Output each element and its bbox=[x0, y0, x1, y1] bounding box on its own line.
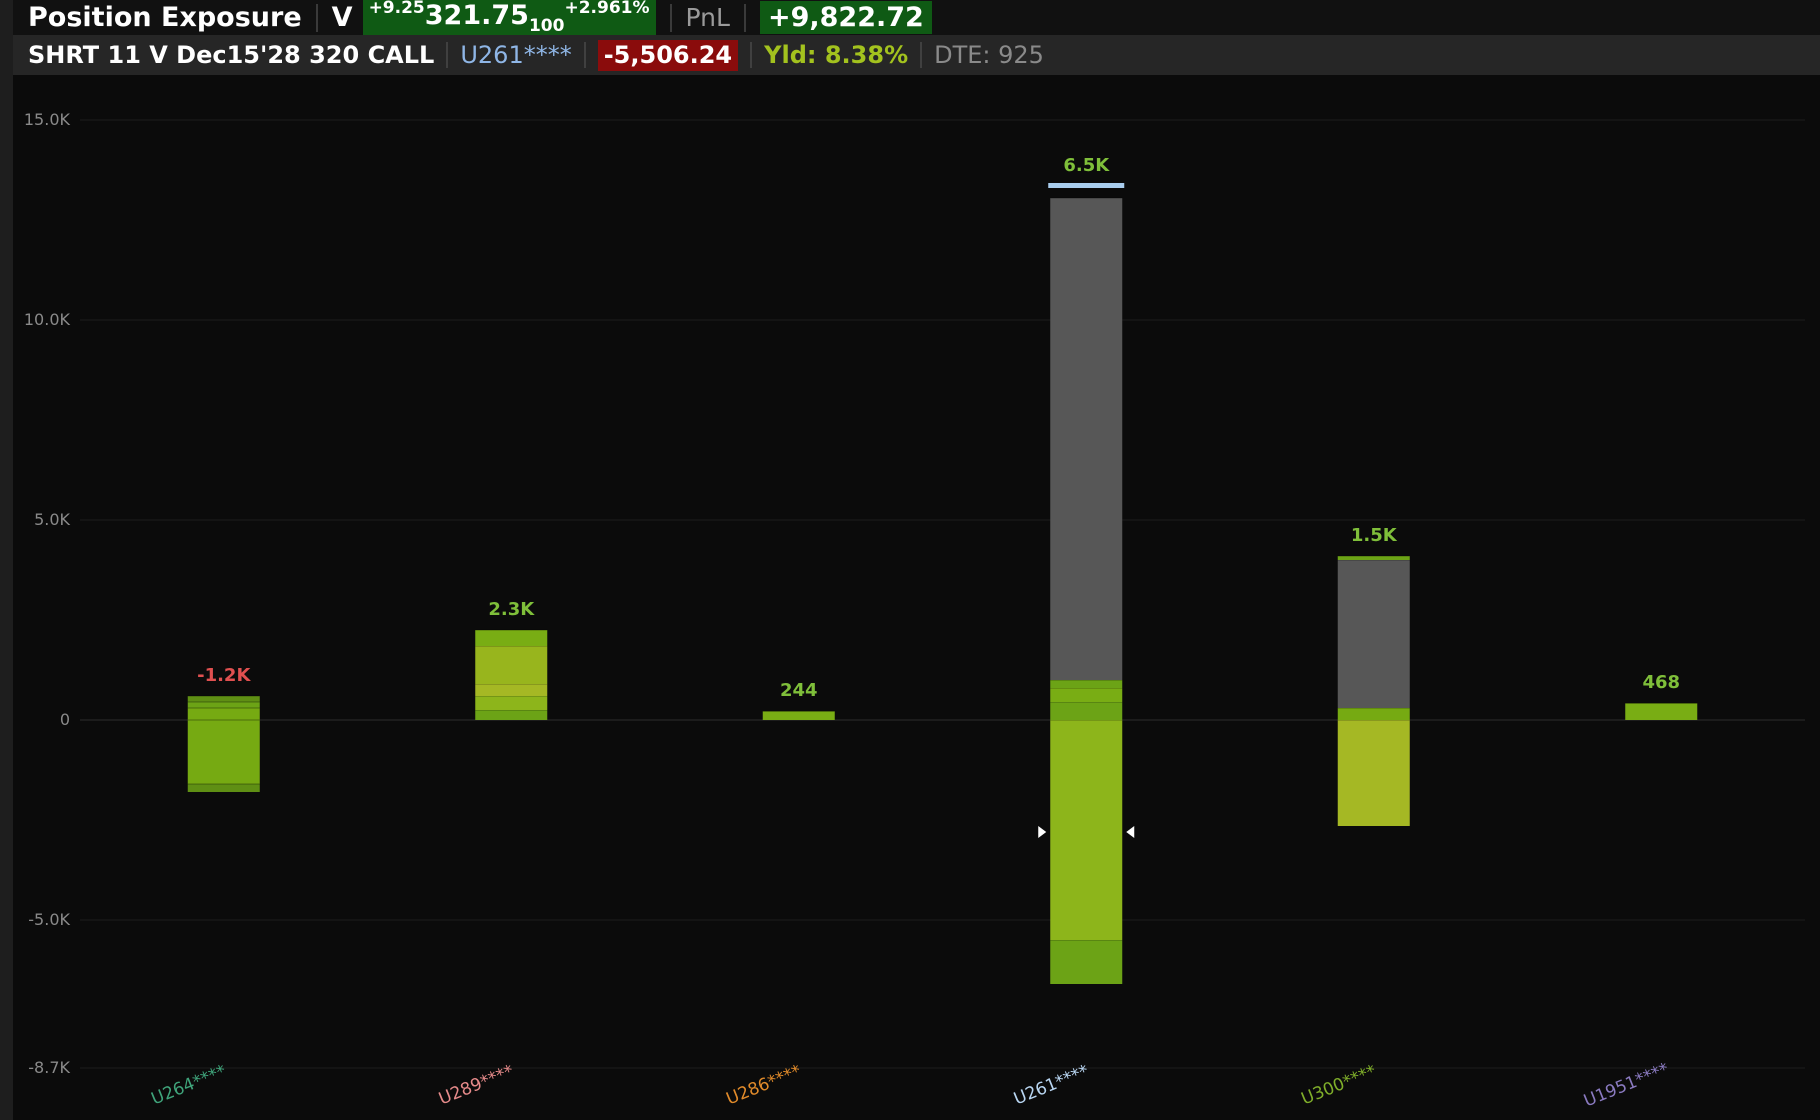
pnl-label: PnL bbox=[685, 3, 730, 32]
bar-segment bbox=[187, 720, 260, 784]
bar-total-label: 1.5K bbox=[1351, 525, 1398, 546]
bar-segment bbox=[475, 630, 548, 646]
divider bbox=[920, 42, 923, 68]
x-category-label: U261**** bbox=[1011, 1061, 1092, 1109]
y-tick-label: -8.7K bbox=[28, 1058, 70, 1077]
bar-segment bbox=[1337, 560, 1410, 708]
position-value: -5,506.24 bbox=[597, 39, 739, 71]
x-category-label: U289**** bbox=[436, 1061, 517, 1109]
divider bbox=[315, 3, 318, 32]
bar-segment bbox=[1337, 708, 1410, 720]
bar-segment bbox=[187, 696, 260, 702]
pointer-left-icon bbox=[1126, 826, 1135, 838]
x-category-label: U1951**** bbox=[1581, 1059, 1672, 1111]
yield: Yld: 8.38% bbox=[764, 41, 909, 69]
bar-segment bbox=[475, 710, 548, 720]
divider bbox=[669, 3, 672, 32]
price-change: +9.25 bbox=[368, 0, 425, 18]
price-quote: +9.25 321.75 100 +2.961% bbox=[362, 0, 656, 36]
bar-total-label: 2.3K bbox=[488, 599, 535, 620]
bar-total-label: -1.2K bbox=[197, 665, 251, 686]
bar-segment bbox=[187, 702, 260, 708]
y-tick-label: 5.0K bbox=[34, 510, 70, 529]
account-id[interactable]: U261**** bbox=[460, 41, 571, 69]
bar-segment bbox=[1625, 703, 1698, 720]
bar-segment bbox=[1050, 680, 1123, 688]
bar-total-label: 6.5K bbox=[1063, 155, 1110, 176]
divider bbox=[750, 42, 753, 68]
price-sub: 100 bbox=[528, 16, 565, 36]
symbol[interactable]: V bbox=[332, 2, 353, 33]
position-marker bbox=[1048, 183, 1125, 188]
bar-segment bbox=[187, 784, 260, 792]
pnl-value: +9,822.72 bbox=[759, 1, 932, 34]
y-tick-label: 0 bbox=[60, 710, 70, 729]
bar-segment bbox=[1050, 720, 1123, 940]
bar-segment bbox=[1050, 702, 1123, 720]
bar-segment bbox=[1050, 940, 1123, 984]
x-category-label: U264**** bbox=[149, 1061, 230, 1109]
bar-segment bbox=[1337, 720, 1410, 826]
price-main: 321.75 bbox=[424, 0, 529, 31]
days-to-expiry: DTE: 925 bbox=[934, 41, 1044, 69]
divider bbox=[446, 42, 449, 68]
contract-bar: SHRT 11 V Dec15'28 320 CALL U261**** -5,… bbox=[13, 35, 1820, 75]
bar-segment bbox=[1050, 198, 1123, 680]
divider bbox=[583, 42, 586, 68]
price-change-pct: +2.961% bbox=[564, 0, 650, 18]
bar-segment bbox=[475, 696, 548, 710]
x-category-label: U300**** bbox=[1299, 1061, 1380, 1109]
bar-segment bbox=[1050, 688, 1123, 702]
bar-segment bbox=[475, 646, 548, 684]
divider bbox=[743, 3, 746, 32]
y-tick-label: 15.0K bbox=[24, 110, 71, 129]
pointer-right-icon bbox=[1038, 826, 1047, 838]
exposure-chart: 15.0K 10.0K 5.0K 0 -5.0K -8.7K -1.2K U264**** 2.… bbox=[24, 110, 1805, 1111]
x-category-label: U286**** bbox=[724, 1061, 805, 1109]
bar-segment bbox=[187, 708, 260, 720]
panel-title: Position Exposure bbox=[28, 2, 302, 33]
y-tick-label: -5.0K bbox=[28, 910, 70, 929]
contract-name: SHRT 11 V Dec15'28 320 CALL bbox=[28, 41, 435, 69]
bar-segment bbox=[475, 684, 548, 696]
bar-total-label: 244 bbox=[780, 680, 818, 701]
bar-segment bbox=[762, 711, 835, 720]
bar-total-label: 468 bbox=[1642, 672, 1680, 693]
bar-segment bbox=[1337, 556, 1410, 560]
y-tick-label: 10.0K bbox=[24, 310, 71, 329]
top-bar: Position Exposure V +9.25 321.75 100 +2.… bbox=[13, 0, 1820, 36]
